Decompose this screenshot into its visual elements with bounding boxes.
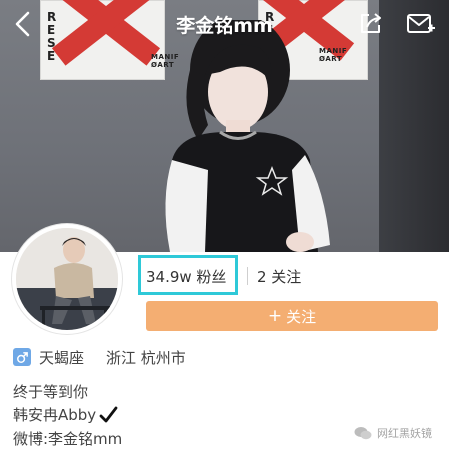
profile-info-row: 天蝎座 浙江 杭州市 — [13, 346, 186, 368]
following-count[interactable]: 2 关注 — [257, 266, 301, 287]
watermark-text: 网红黑妖镜 — [377, 427, 432, 440]
watermark: 网红黑妖镜 — [354, 424, 432, 442]
bio-line-2-text: 韩安冉Abby — [13, 406, 97, 424]
cover-person-illustration — [165, 20, 330, 252]
stats-divider — [247, 267, 248, 285]
zodiac-label: 天蝎座 — [39, 348, 85, 367]
plus-icon: + — [267, 306, 283, 326]
checkmark-icon — [99, 406, 118, 422]
mail-icon[interactable] — [406, 12, 436, 36]
wechat-icon — [354, 427, 372, 440]
avatar[interactable] — [12, 224, 122, 334]
share-icon[interactable] — [358, 10, 384, 36]
avatar-photo — [16, 228, 118, 330]
bio-line-2: 韩安冉Abby — [13, 404, 118, 425]
bio-line-3: 微博:李金铭mm — [13, 430, 123, 448]
male-icon — [13, 348, 31, 366]
top-bar: 李金铭mm — [0, 0, 449, 48]
location-label: 浙江 杭州市 — [106, 348, 186, 367]
follow-button-label: 关注 — [286, 307, 317, 326]
follow-button[interactable]: + 关注 — [146, 301, 438, 331]
bio-line-1: 终于等到你 — [13, 383, 89, 401]
fans-count[interactable]: 34.9w 粉丝 — [146, 266, 226, 287]
